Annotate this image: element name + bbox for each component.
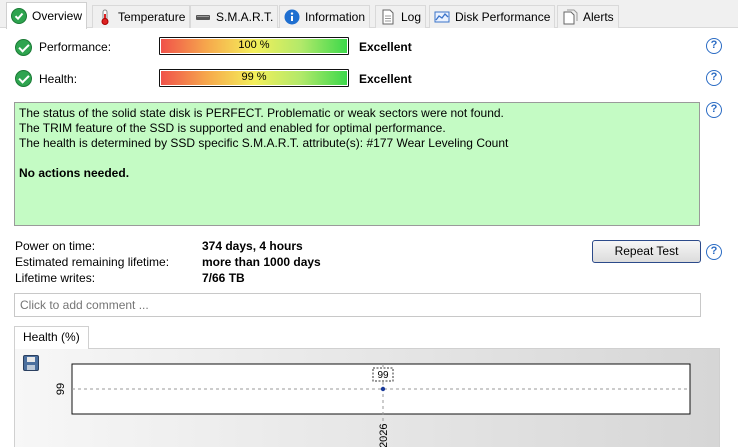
performance-help-icon[interactable]: ? [706, 38, 722, 54]
status-message-box: The status of the solid state disk is PE… [14, 102, 700, 226]
health-chart: 99 99 2026 [14, 348, 720, 447]
tab-bar: Overview Temperature S.M.A.R.T. Informat… [0, 0, 738, 29]
performance-label: Performance: [39, 40, 112, 54]
y-tick-label: 99 [55, 383, 67, 395]
data-point [380, 386, 386, 392]
lifetime-writes-value: 7/66 TB [202, 271, 245, 285]
tab-label: Temperature [118, 10, 186, 24]
remaining-lifetime-label: Estimated remaining lifetime: [15, 255, 170, 269]
tab-temperature[interactable]: Temperature [92, 5, 191, 28]
overview-panel: Performance: 100 % Excellent ? Health: 9… [0, 28, 738, 447]
check-icon [11, 8, 27, 24]
tab-overview[interactable]: Overview [6, 2, 88, 29]
tab-disk-performance[interactable]: Disk Performance [429, 5, 556, 28]
data-label: 99 [377, 370, 389, 381]
power-on-label: Power on time: [15, 239, 96, 253]
tab-alerts[interactable]: Alerts [557, 5, 619, 28]
log-document-icon [380, 9, 396, 25]
tab-information[interactable]: Information [279, 5, 371, 28]
repeat-test-help-icon[interactable]: ? [706, 244, 722, 260]
status-line-perfect: The status of the solid state disk is PE… [19, 106, 504, 120]
health-help-icon[interactable]: ? [706, 70, 722, 86]
health-bar: 99 % [159, 69, 349, 87]
health-rating: Excellent [359, 72, 412, 86]
status-help-icon[interactable]: ? [706, 102, 722, 118]
alerts-document-icon [562, 9, 578, 25]
tab-log[interactable]: Log [375, 5, 427, 28]
chart-tab-health[interactable]: Health (%) [14, 326, 89, 349]
status-line-trim: The TRIM feature of the SSD is supported… [19, 121, 446, 135]
power-on-value: 374 days, 4 hours [202, 239, 303, 253]
x-tick-label: 2026 [378, 424, 390, 447]
performance-value: 100 % [238, 39, 270, 51]
health-value: 99 % [241, 71, 267, 83]
health-chart-svg: 99 99 2026 [55, 363, 691, 447]
info-icon [284, 9, 300, 25]
repeat-test-button[interactable]: Repeat Test [592, 240, 701, 263]
status-action: No actions needed. [19, 166, 130, 180]
drive-icon [195, 9, 211, 25]
tab-smart[interactable]: S.M.A.R.T. [190, 5, 279, 28]
tab-label: Overview [32, 9, 83, 23]
remaining-lifetime-value: more than 1000 days [202, 255, 321, 269]
status-line-smart: The health is determined by SSD specific… [19, 136, 509, 150]
tab-label: Log [401, 10, 422, 24]
comment-input[interactable] [14, 293, 701, 317]
performance-rating: Excellent [359, 40, 412, 54]
performance-bar: 100 % [159, 37, 349, 55]
performance-check-icon [15, 39, 32, 56]
lifetime-writes-label: Lifetime writes: [15, 271, 96, 285]
tab-label: S.M.A.R.T. [216, 10, 274, 24]
thermometer-icon [97, 9, 113, 25]
performance-chart-icon [434, 9, 450, 25]
health-check-icon [15, 70, 32, 87]
tab-label: Information [305, 10, 366, 24]
tab-label: Disk Performance [455, 10, 551, 24]
tab-label: Alerts [583, 10, 614, 24]
health-label: Health: [39, 72, 78, 86]
